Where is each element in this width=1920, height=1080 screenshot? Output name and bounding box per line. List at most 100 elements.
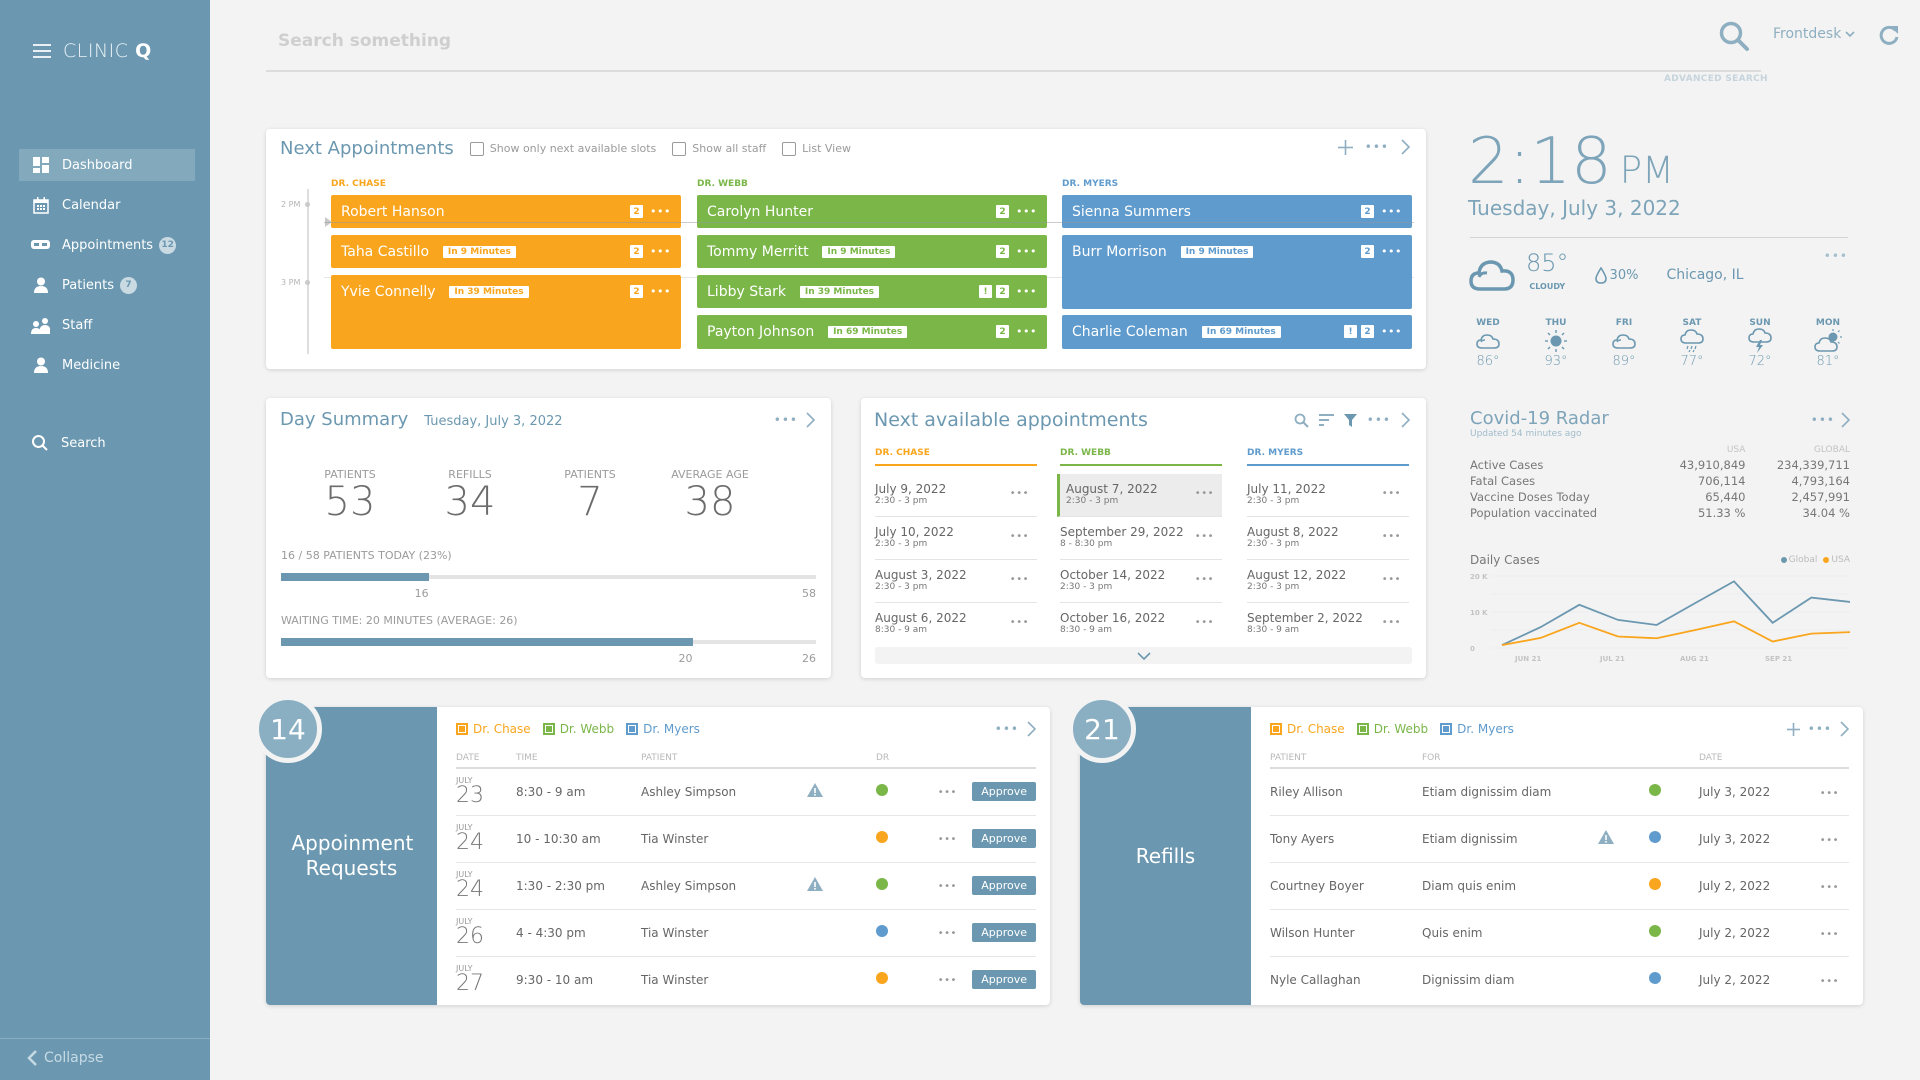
more-icon[interactable]: ••• — [1365, 141, 1389, 153]
available-slot[interactable]: October 16, 2022 8:30 - 9 am ••• — [1060, 603, 1222, 646]
more-icon[interactable]: ••• — [1016, 285, 1037, 298]
more-icon[interactable]: ••• — [774, 414, 798, 426]
appointment-card[interactable]: Payton Johnson In 69 Minutes 2 ••• — [697, 315, 1047, 349]
appointment-card[interactable]: Burr Morrison In 9 Minutes 2 ••• — [1062, 235, 1412, 309]
filter-myers[interactable]: Dr. Myers — [1440, 722, 1514, 736]
available-slot[interactable]: September 2, 2022 8:30 - 9 am ••• — [1247, 603, 1409, 646]
more-icon[interactable]: ••• — [1010, 574, 1029, 585]
request-row[interactable]: JULY 24 1:30 - 2:30 pm Ashley Simpson •••… — [456, 862, 1036, 910]
appointment-card[interactable]: Carolyn Hunter 2 ••• — [697, 195, 1047, 228]
filter-icon[interactable] — [1343, 413, 1357, 427]
chevron-right-icon[interactable] — [1840, 721, 1849, 737]
available-slot[interactable]: July 11, 2022 2:30 - 3 pm ••• — [1247, 474, 1409, 517]
more-icon[interactable]: ••• — [1820, 835, 1839, 846]
sidebar-item-calendar[interactable]: Calendar — [19, 189, 195, 221]
request-row[interactable]: JULY 24 10 - 10:30 am Tia Winster ••• App… — [456, 815, 1036, 863]
more-icon[interactable]: ••• — [1195, 531, 1214, 542]
more-icon[interactable]: ••• — [1811, 414, 1835, 426]
chevron-right-icon[interactable] — [1401, 139, 1410, 155]
chevron-right-icon[interactable] — [806, 412, 815, 428]
refill-row[interactable]: Wilson Hunter Quis enim July 2, 2022 ••• — [1270, 909, 1849, 957]
more-icon[interactable]: ••• — [1820, 882, 1839, 893]
more-icon[interactable]: ••• — [1382, 574, 1401, 585]
add-icon[interactable] — [1337, 139, 1353, 155]
chevron-right-icon[interactable] — [1401, 412, 1410, 428]
more-icon[interactable]: ••• — [650, 285, 671, 298]
more-icon[interactable]: ••• — [938, 975, 957, 986]
collapse-button[interactable]: Collapse — [0, 1038, 210, 1067]
refill-row[interactable]: Courtney Boyer Diam quis enim July 2, 20… — [1270, 862, 1849, 910]
next-slots-checkbox[interactable]: Show only next available slots — [469, 141, 656, 156]
appointment-card[interactable]: Charlie Coleman In 69 Minutes ! 2 ••• — [1062, 315, 1412, 349]
user-role-dropdown[interactable]: Frontdesk — [1773, 26, 1855, 42]
appointment-card[interactable]: Libby Stark In 39 Minutes ! 2 ••• — [697, 275, 1047, 308]
more-icon[interactable]: ••• — [1016, 245, 1037, 258]
more-icon[interactable]: ••• — [1382, 488, 1401, 499]
available-slot[interactable]: August 12, 2022 2:30 - 3 pm ••• — [1247, 560, 1409, 603]
expand-button[interactable] — [875, 647, 1412, 664]
more-icon[interactable]: ••• — [938, 787, 957, 798]
chevron-right-icon[interactable] — [1027, 721, 1036, 737]
available-slot[interactable]: July 9, 2022 2:30 - 3 pm ••• — [875, 474, 1037, 517]
more-icon[interactable]: ••• — [1820, 976, 1839, 987]
more-icon[interactable]: ••• — [1016, 325, 1037, 338]
sidebar-item-medicine[interactable]: Medicine — [19, 349, 195, 381]
available-slot[interactable]: July 10, 2022 2:30 - 3 pm ••• — [875, 517, 1037, 560]
sidebar-item-staff[interactable]: Staff — [19, 309, 195, 341]
more-icon[interactable]: ••• — [1381, 245, 1402, 258]
available-slot[interactable]: August 8, 2022 2:30 - 3 pm ••• — [1247, 517, 1409, 560]
more-icon[interactable]: ••• — [1381, 325, 1402, 338]
appointment-card[interactable]: Taha Castillo In 9 Minutes 2 ••• — [331, 235, 681, 268]
more-icon[interactable]: ••• — [1010, 617, 1029, 628]
filter-chase[interactable]: Dr. Chase — [1270, 722, 1345, 736]
approve-button[interactable]: Approve — [972, 829, 1036, 848]
sidebar-item-dashboard[interactable]: Dashboard — [19, 149, 195, 181]
refill-row[interactable]: Tony Ayers Etiam dignissim July 3, 2022 … — [1270, 815, 1849, 863]
menu-icon[interactable] — [33, 44, 51, 58]
more-icon[interactable]: ••• — [1382, 617, 1401, 628]
more-icon[interactable]: ••• — [1382, 531, 1401, 542]
sidebar-item-appointments[interactable]: Appointments 12 — [19, 229, 195, 261]
chevron-right-icon[interactable] — [1841, 412, 1850, 428]
request-row[interactable]: JULY 26 4 - 4:30 pm Tia Winster ••• Appro… — [456, 909, 1036, 957]
more-icon[interactable]: ••• — [938, 928, 957, 939]
search-icon[interactable] — [1294, 413, 1309, 428]
approve-button[interactable]: Approve — [972, 876, 1036, 895]
refill-row[interactable]: Riley Allison Etiam dignissim diam July … — [1270, 768, 1849, 816]
request-row[interactable]: JULY 23 8:30 - 9 am Ashley Simpson ••• Ap… — [456, 768, 1036, 816]
search-icon[interactable] — [1718, 20, 1750, 55]
more-icon[interactable]: ••• — [1195, 574, 1214, 585]
sidebar-item-patients[interactable]: Patients 7 — [19, 269, 195, 301]
add-icon[interactable] — [1786, 722, 1800, 736]
more-icon[interactable]: ••• — [1195, 617, 1214, 628]
more-icon[interactable]: ••• — [1010, 488, 1029, 499]
available-slot[interactable]: September 29, 2022 8 - 8:30 pm ••• — [1060, 517, 1222, 560]
appointment-card[interactable]: Robert Hanson 2 ••• — [331, 195, 681, 228]
more-icon[interactable]: ••• — [1195, 488, 1214, 499]
more-icon[interactable]: ••• — [938, 834, 957, 845]
more-icon[interactable]: ••• — [650, 205, 671, 218]
search-input[interactable] — [278, 26, 1478, 56]
appointment-card[interactable]: Tommy Merritt In 9 Minutes 2 ••• — [697, 235, 1047, 268]
sidebar-search[interactable]: Search — [31, 434, 106, 452]
more-icon[interactable]: ••• — [995, 723, 1019, 735]
more-icon[interactable]: ••• — [650, 245, 671, 258]
more-icon[interactable]: ••• — [1820, 929, 1839, 940]
approve-button[interactable]: Approve — [972, 782, 1036, 802]
available-slot[interactable]: August 6, 2022 8:30 - 9 am ••• — [875, 603, 1037, 646]
list-view-checkbox[interactable]: List View — [782, 141, 851, 156]
request-row[interactable]: JULY 27 9:30 - 10 am Tia Winster ••• Appr… — [456, 956, 1036, 1003]
available-slot[interactable]: August 7, 2022 2:30 - 3 pm ••• — [1057, 474, 1222, 517]
filter-myers[interactable]: Dr. Myers — [626, 722, 700, 736]
approve-button[interactable]: Approve — [972, 970, 1036, 990]
more-icon[interactable]: ••• — [1820, 788, 1839, 799]
more-icon[interactable]: ••• — [938, 881, 957, 892]
approve-button[interactable]: Approve — [972, 923, 1036, 942]
sort-icon[interactable] — [1318, 414, 1334, 426]
refresh-icon[interactable] — [1878, 24, 1900, 49]
available-slot[interactable]: October 14, 2022 2:30 - 3 pm ••• — [1060, 560, 1222, 603]
appointment-card[interactable]: Yvie Connelly In 39 Minutes 2 ••• — [331, 275, 681, 349]
more-icon[interactable]: ••• — [1381, 205, 1402, 218]
all-staff-checkbox[interactable]: Show all staff — [672, 141, 766, 156]
more-icon[interactable]: ••• — [1824, 250, 1848, 262]
